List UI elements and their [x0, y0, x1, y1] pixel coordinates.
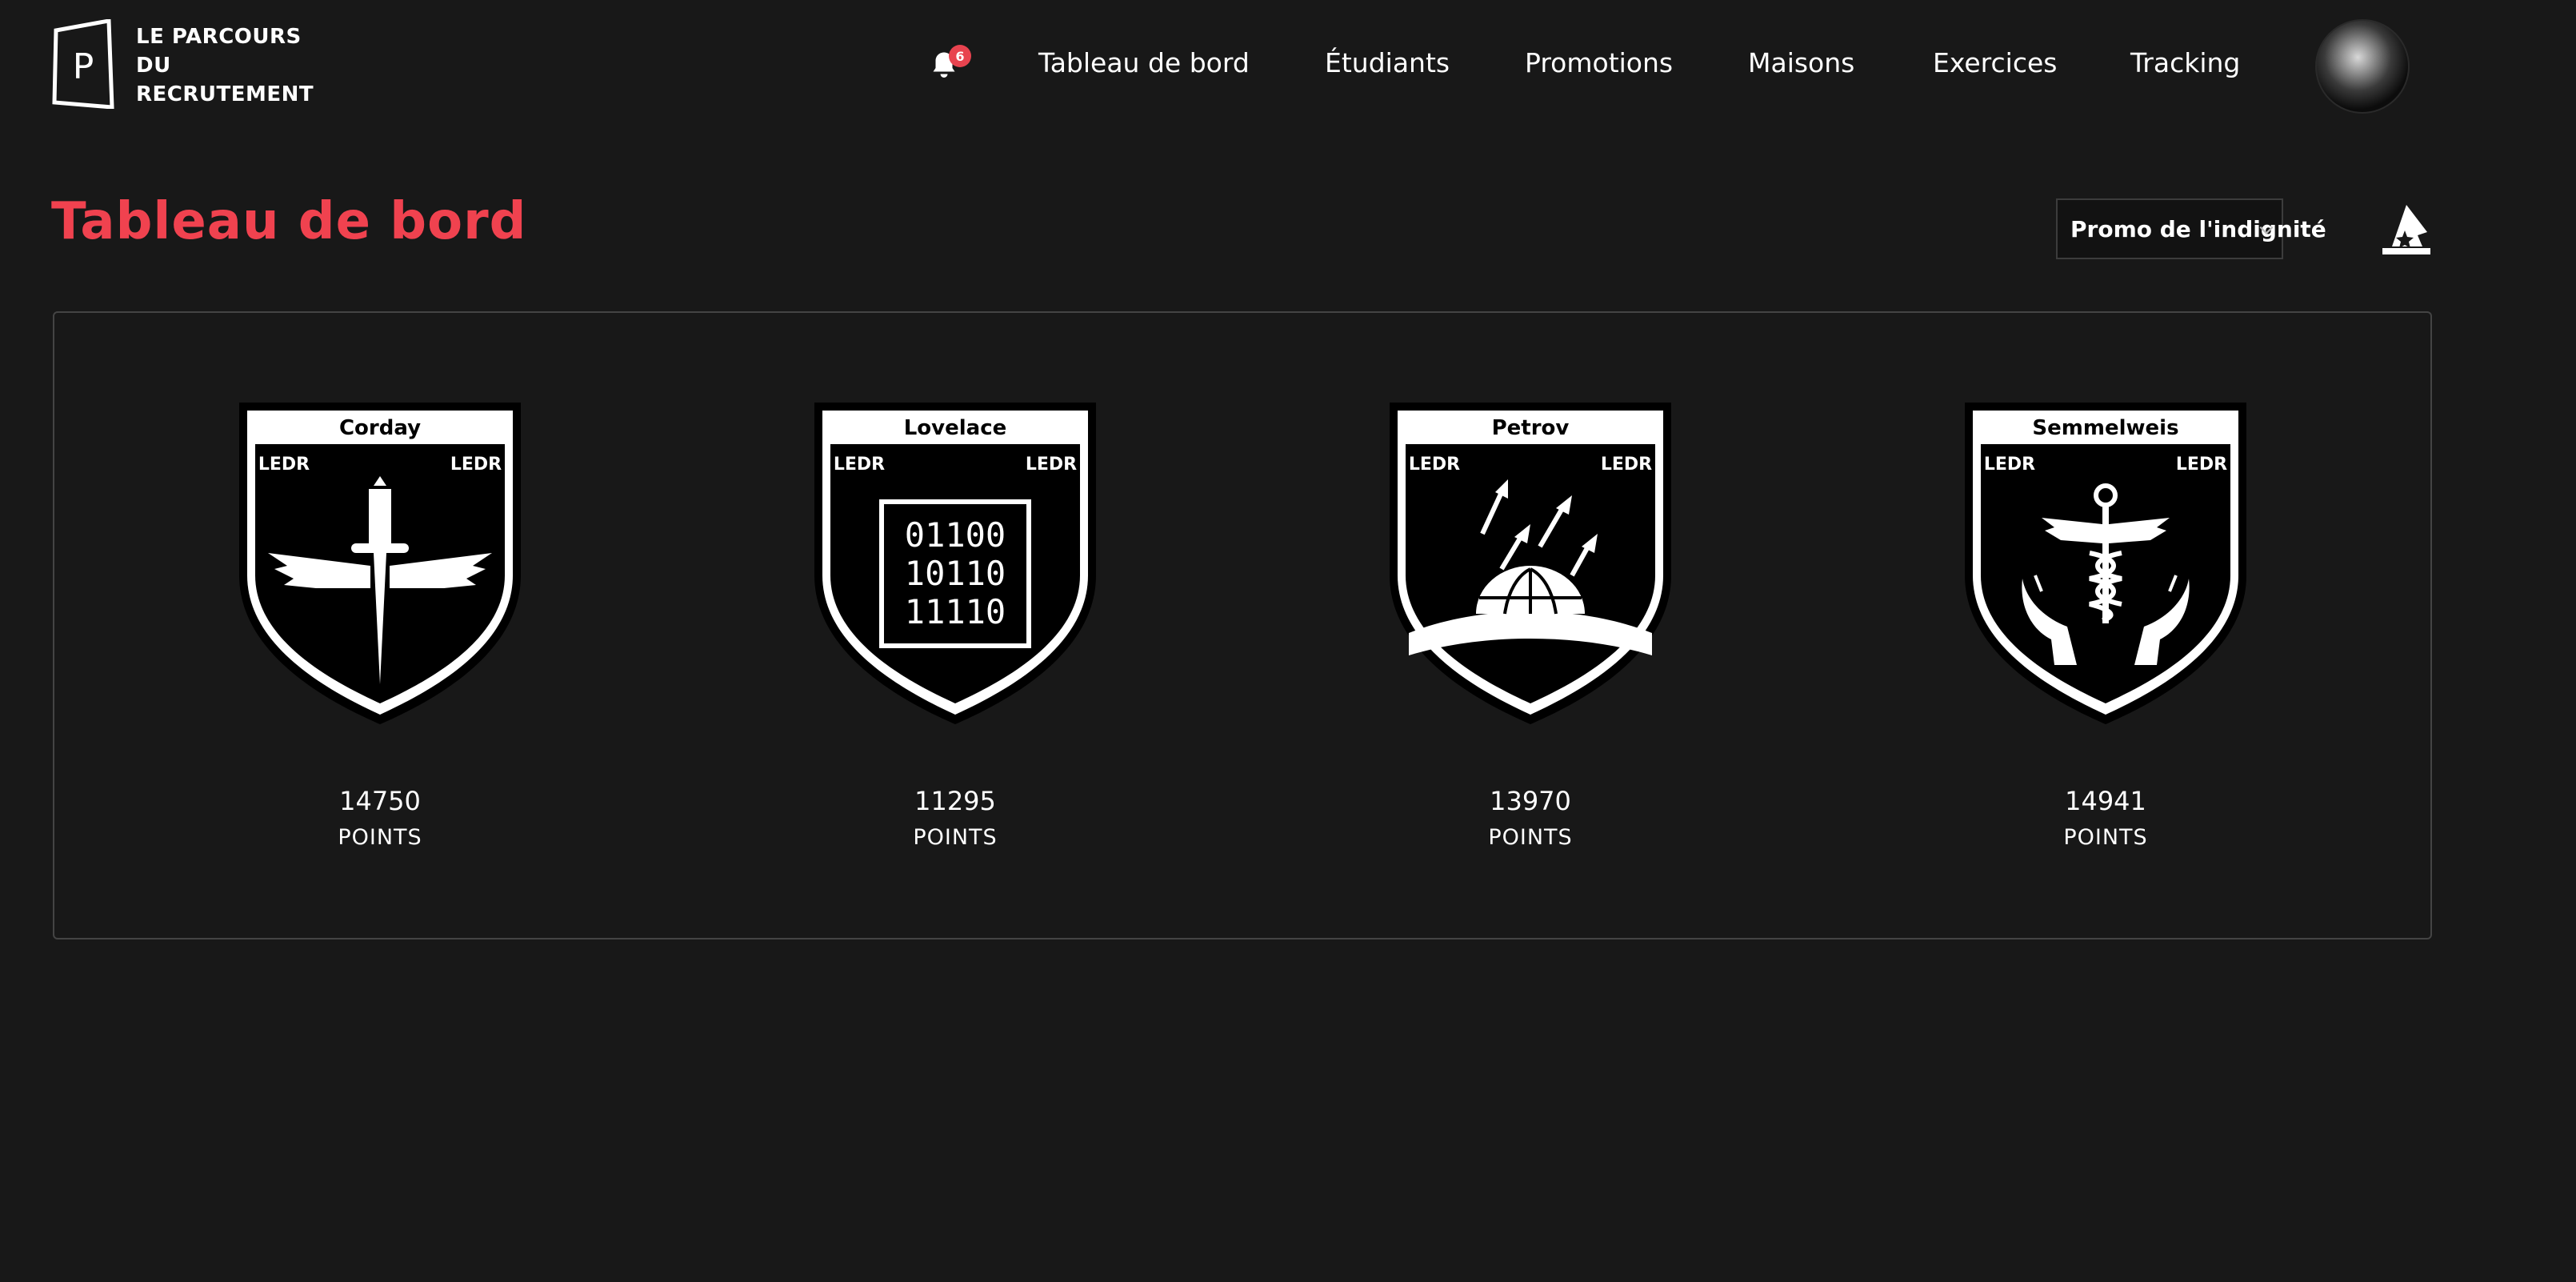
page-title: Tableau de bord	[51, 192, 527, 251]
svg-text:Lovelace: Lovelace	[904, 416, 1007, 440]
svg-text:Petrov: Petrov	[1492, 416, 1570, 440]
nav-item-tracking[interactable]: Tracking	[2130, 45, 2240, 82]
brand-logo[interactable]: P LE PARCOURS DU RECRUTEMENT	[51, 19, 314, 109]
house-points-label: POINTS	[913, 825, 998, 850]
chevron-down-icon	[2259, 226, 2274, 234]
promo-select-value: Promo de l'indignité	[2070, 215, 2326, 242]
promo-select[interactable]: Promo de l'indignité	[2056, 198, 2326, 259]
house-points-label: POINTS	[338, 825, 422, 850]
notifications-button[interactable]: 6	[928, 45, 971, 85]
svg-text:LEDR: LEDR	[1026, 455, 1077, 475]
house-card-semmelweis[interactable]: Semmelweis LEDR LEDR 14941 POINTS	[1962, 399, 2250, 850]
house-card-corday[interactable]: Corday LEDR LEDR 14750 POINTS	[236, 399, 524, 850]
house-card-petrov[interactable]: Petrov LEDR LEDR 13970 POINTS	[1386, 399, 1674, 850]
house-points-label: POINTS	[2063, 825, 2148, 850]
brand-name: LE PARCOURS DU RECRUTEMENT	[136, 22, 314, 109]
crest-semmelweis: Semmelweis LEDR LEDR	[1965, 403, 2246, 724]
brand-line: LE PARCOURS	[136, 25, 302, 49]
nav-item-maisons[interactable]: Maisons	[1748, 45, 1854, 82]
nav-item-exercices[interactable]: Exercices	[1933, 45, 2057, 82]
crest-corday: Corday LEDR LEDR	[239, 403, 521, 724]
svg-text:LEDR: LEDR	[1984, 455, 2035, 475]
house-points: 14941	[2065, 786, 2146, 816]
houses-panel: Corday LEDR LEDR 14750 POINTS Lovelace L…	[53, 311, 2432, 939]
svg-text:10110: 10110	[905, 554, 1006, 593]
svg-text:P: P	[73, 46, 94, 87]
svg-text:LEDR: LEDR	[1409, 455, 1460, 475]
house-points-label: POINTS	[1488, 825, 1573, 850]
nav-item-etudiants[interactable]: Étudiants	[1325, 45, 1450, 82]
svg-text:LEDR: LEDR	[834, 455, 885, 475]
wizard-hat-button[interactable]	[2378, 200, 2435, 258]
svg-text:11110: 11110	[905, 592, 1006, 631]
crest-petrov: Petrov LEDR LEDR	[1390, 403, 1671, 724]
logo-mark-icon: P	[52, 19, 114, 109]
house-points: 11295	[914, 786, 996, 816]
notification-count-badge: 6	[949, 45, 971, 67]
svg-text:LEDR: LEDR	[258, 455, 310, 475]
house-points: 14750	[339, 786, 421, 816]
nav-item-promotions[interactable]: Promotions	[1525, 45, 1673, 82]
svg-text:LEDR: LEDR	[2176, 455, 2227, 475]
brand-line: RECRUTEMENT	[136, 82, 314, 106]
svg-text:Semmelweis: Semmelweis	[2032, 416, 2178, 440]
nav-item-tableau-de-bord[interactable]: Tableau de bord	[1038, 45, 1250, 82]
avatar[interactable]	[2315, 19, 2410, 114]
wizard-hat-icon	[2382, 205, 2430, 254]
house-card-lovelace[interactable]: Lovelace LEDR LEDR 01100 10110 11110 112…	[811, 399, 1099, 850]
brand-line: DU	[136, 54, 171, 78]
svg-text:01100: 01100	[905, 515, 1006, 555]
crest-lovelace: Lovelace LEDR LEDR 01100 10110 11110	[814, 403, 1096, 724]
house-points: 13970	[1490, 786, 1571, 816]
svg-text:LEDR: LEDR	[1601, 455, 1652, 475]
svg-text:LEDR: LEDR	[450, 455, 502, 475]
svg-text:Corday: Corday	[339, 416, 421, 440]
